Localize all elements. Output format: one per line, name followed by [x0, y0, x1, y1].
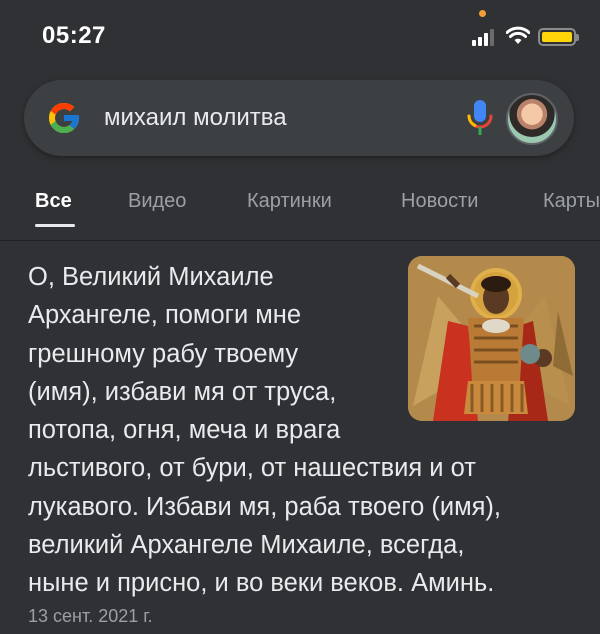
microphone-icon[interactable] [465, 98, 495, 138]
tab-video[interactable]: Видео [128, 190, 186, 213]
wifi-icon [505, 26, 531, 46]
tab-maps[interactable]: Карты [543, 190, 600, 213]
snippet-line: ныне и присно, и во веки веков. Аминь. [28, 569, 495, 598]
active-tab-indicator [35, 224, 75, 227]
google-g-logo-icon [46, 100, 82, 136]
search-input[interactable]: михаил молитва [104, 104, 287, 132]
user-avatar[interactable] [506, 93, 558, 145]
privacy-indicator-dot [479, 10, 486, 17]
tabs-divider [0, 240, 600, 241]
tab-images[interactable]: Картинки [247, 190, 332, 213]
status-time: 05:27 [42, 22, 106, 49]
snippet-line: льстивого, от бури, от нашествия и от [28, 454, 476, 483]
archangel-michael-icon-image[interactable] [408, 256, 575, 421]
battery-icon [538, 28, 579, 46]
result-date: 13 сент. 2021 г. [28, 606, 153, 626]
snippet-line: лукавого. Избави мя, раба твоего (имя), [28, 492, 501, 521]
tab-news[interactable]: Новости [401, 190, 478, 213]
status-bar: 05:27 [0, 0, 600, 72]
search-tabs: Все Видео Картинки Новости Карты [0, 178, 600, 230]
tab-all[interactable]: Все [35, 190, 72, 213]
search-bar[interactable]: михаил молитва [24, 80, 574, 156]
cellular-signal-icon [472, 28, 498, 46]
snippet-line: великий Архангеле Михаиле, всегда, [28, 531, 465, 560]
